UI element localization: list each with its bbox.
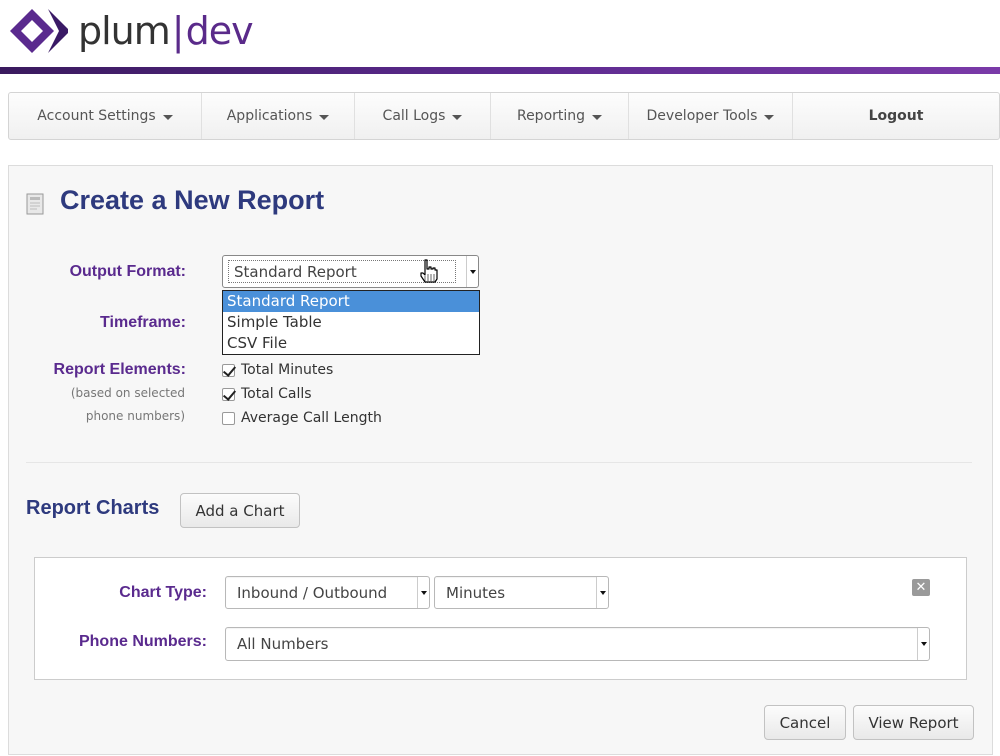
nav-reporting[interactable]: Reporting	[491, 93, 629, 139]
header-accent-bar	[0, 67, 1000, 74]
page-title: Create a New Report	[60, 185, 325, 215]
caret-down-icon	[420, 590, 427, 595]
plum-logo-icon	[10, 9, 68, 53]
report-elements-hint-2: phone numbers)	[85, 409, 185, 423]
cancel-button[interactable]: Cancel	[764, 705, 846, 740]
report-elements-label: Report Elements:	[53, 361, 186, 378]
add-chart-button[interactable]: Add a Chart	[180, 493, 300, 528]
checkbox-label: Average Call Length	[241, 410, 382, 426]
nav-call-logs[interactable]: Call Logs	[355, 93, 491, 139]
checkbox-label: Total Minutes	[241, 362, 334, 378]
caret-down-icon	[452, 114, 463, 120]
nav-item-label: Reporting	[516, 108, 586, 124]
timeframe-label: Timeframe:	[100, 314, 186, 331]
nav-item-label: Call Logs	[382, 108, 446, 124]
brand-wordmark: plum|dev	[78, 9, 254, 53]
dropdown-toggle[interactable]	[917, 628, 929, 660]
checkbox-checked-icon[interactable]	[222, 363, 235, 377]
caret-down-icon	[469, 269, 476, 274]
checkbox-label: Total Calls	[241, 386, 312, 402]
phone-numbers-select[interactable]: All Numbers	[225, 627, 930, 661]
dropdown-toggle[interactable]	[417, 577, 429, 608]
checkbox-unchecked-icon[interactable]	[222, 411, 235, 425]
report-charts-title: Report Charts	[26, 497, 160, 519]
output-format-dropdown: Standard Report Simple Table CSV File	[222, 290, 480, 355]
brand-logo[interactable]: plum|dev	[8, 6, 254, 56]
caret-down-icon	[162, 114, 173, 120]
main-nav: Account Settings Applications Call Logs …	[8, 92, 1000, 140]
brand-separator: |	[171, 9, 185, 53]
dropdown-toggle[interactable]	[466, 256, 478, 287]
hand-cursor-icon	[420, 259, 438, 283]
caret-down-icon	[319, 114, 330, 120]
checkbox-total-minutes[interactable]: Total Minutes	[222, 362, 333, 378]
brand-name-right: dev	[185, 9, 254, 53]
phone-numbers-value: All Numbers	[237, 635, 329, 653]
brand-name-left: plum	[78, 9, 171, 53]
chart-metric-select[interactable]: Minutes	[434, 576, 609, 609]
checkbox-average-call-length[interactable]: Average Call Length	[222, 410, 382, 426]
chart-type-select[interactable]: Inbound / Outbound	[225, 576, 430, 609]
output-format-select[interactable]: Standard Report	[222, 255, 479, 288]
option-csv-file[interactable]: CSV File	[223, 333, 479, 354]
view-report-button[interactable]: View Report	[853, 705, 974, 740]
chart-metric-value: Minutes	[446, 583, 506, 602]
document-icon	[26, 193, 44, 215]
nav-item-label: Account Settings	[37, 108, 156, 124]
checkbox-checked-icon[interactable]	[222, 387, 235, 401]
nav-developer-tools[interactable]: Developer Tools	[629, 93, 793, 139]
caret-down-icon	[764, 114, 775, 120]
report-elements-hint-1: (based on selected	[70, 386, 185, 400]
dropdown-toggle[interactable]	[596, 577, 608, 608]
nav-account-settings[interactable]: Account Settings	[9, 93, 202, 139]
option-simple-table[interactable]: Simple Table	[223, 312, 479, 333]
nav-applications[interactable]: Applications	[202, 93, 355, 139]
section-divider	[26, 462, 972, 463]
caret-down-icon	[592, 114, 603, 120]
chart-type-value: Inbound / Outbound	[237, 583, 388, 602]
checkbox-total-calls[interactable]: Total Calls	[222, 386, 312, 402]
nav-logout[interactable]: Logout	[793, 93, 999, 139]
remove-chart-close-icon[interactable]: ✕	[912, 579, 930, 596]
chart-type-label: Chart Type:	[119, 584, 207, 601]
phone-numbers-label: Phone Numbers:	[78, 633, 207, 650]
output-format-label: Output Format:	[69, 263, 186, 280]
nav-item-label: Developer Tools	[646, 108, 758, 124]
caret-down-icon	[599, 590, 606, 595]
option-standard-report[interactable]: Standard Report	[223, 291, 479, 312]
nav-item-label: Applications	[226, 108, 313, 124]
caret-down-icon	[920, 642, 927, 646]
